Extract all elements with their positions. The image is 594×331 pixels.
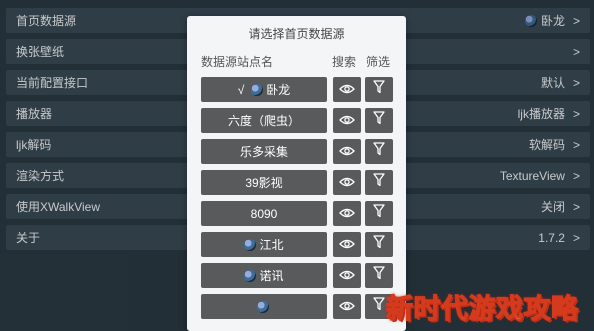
source-option-button[interactable]	[201, 294, 327, 319]
check-mark-icon: √	[237, 82, 245, 97]
filter-toggle-button[interactable]	[365, 108, 393, 133]
filter-toggle-button[interactable]	[365, 77, 393, 102]
source-option-label: 8090	[250, 206, 278, 221]
eye-icon	[339, 205, 355, 223]
eye-icon	[339, 174, 355, 192]
filter-icon	[373, 111, 385, 130]
source-option-label: 39影视	[245, 176, 283, 190]
source-logo-icon	[244, 269, 257, 282]
dialog-title: 请选择首页数据源	[248, 27, 345, 41]
search-toggle-button[interactable]	[333, 201, 361, 226]
filter-toggle-button[interactable]	[365, 170, 393, 195]
watermark-logo: 新时代游戏攻略	[385, 293, 579, 325]
filter-icon	[373, 80, 385, 99]
filter-toggle-button[interactable]	[365, 201, 393, 226]
filter-icon	[373, 142, 385, 161]
source-select-dialog: 请选择首页数据源 数据源站点名 搜索 筛选 √ 卧龙六度（爬虫） 乐多采集 39影视 8…	[187, 16, 406, 331]
source-option-button[interactable]: 江北	[201, 232, 327, 257]
source-option-label: 乐多采集	[239, 145, 288, 159]
search-toggle-button[interactable]	[333, 263, 361, 288]
eye-icon	[339, 236, 355, 254]
source-option-button[interactable]: √ 卧龙	[201, 77, 327, 102]
column-header-filter: 筛选	[366, 55, 391, 69]
search-toggle-button[interactable]	[333, 294, 361, 319]
search-toggle-button[interactable]	[333, 108, 361, 133]
source-option-label: 卧龙	[266, 83, 291, 97]
search-toggle-button[interactable]	[333, 139, 361, 164]
filter-icon	[373, 173, 385, 192]
search-toggle-button[interactable]	[333, 232, 361, 257]
source-option-button[interactable]: 39影视	[201, 170, 327, 195]
source-option-button[interactable]: 六度（爬虫）	[201, 108, 327, 133]
source-logo-icon	[251, 83, 264, 96]
source-option-label: 诺讯	[259, 269, 284, 283]
filter-icon	[373, 266, 385, 285]
source-option-label: 江北	[259, 238, 284, 252]
search-toggle-button[interactable]	[333, 77, 361, 102]
eye-icon	[339, 267, 355, 285]
search-toggle-button[interactable]	[333, 170, 361, 195]
source-option-button[interactable]: 诺讯	[201, 263, 327, 288]
filter-icon	[373, 297, 385, 316]
filter-toggle-button[interactable]	[365, 263, 393, 288]
column-header-search: 搜索	[332, 55, 357, 69]
eye-icon	[339, 112, 355, 130]
filter-icon	[373, 204, 385, 223]
source-logo-icon	[256, 300, 269, 313]
filter-icon	[373, 235, 385, 254]
filter-toggle-button[interactable]	[365, 139, 393, 164]
filter-toggle-button[interactable]	[365, 232, 393, 257]
source-logo-icon	[244, 238, 257, 251]
source-option-button[interactable]: 8090	[201, 201, 327, 226]
source-option-label: 六度（爬虫）	[227, 114, 300, 128]
eye-icon	[339, 81, 355, 99]
source-option-button[interactable]: 乐多采集	[201, 139, 327, 164]
eye-icon	[339, 298, 355, 316]
column-header-name: 数据源站点名	[201, 55, 274, 69]
eye-icon	[339, 143, 355, 161]
